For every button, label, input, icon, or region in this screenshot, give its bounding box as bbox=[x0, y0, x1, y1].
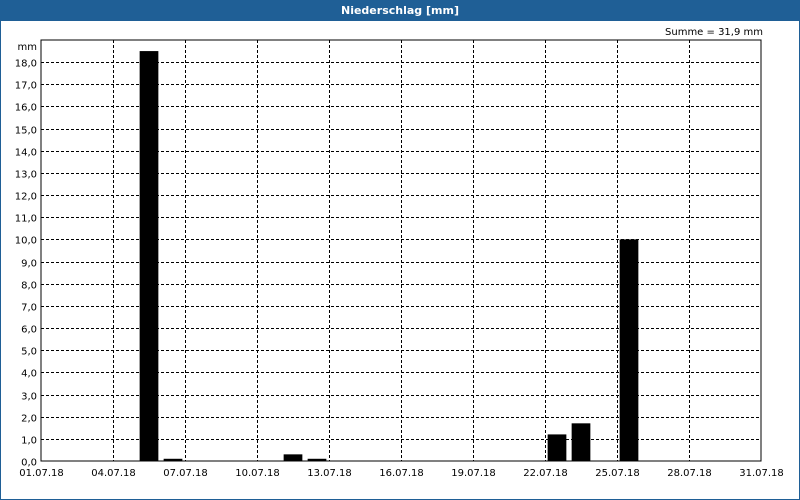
y-tick-label: 15,0 bbox=[15, 126, 37, 137]
y-tick-label: 10,0 bbox=[15, 236, 37, 247]
x-tick-label: 19.07.18 bbox=[451, 468, 496, 479]
y-tick-label: 17,0 bbox=[15, 81, 37, 92]
x-tick-label: 07.07.18 bbox=[163, 468, 208, 479]
precipitation-chart: 0,0 1,0 2,0 3,0 4,0 5,0 6,0 7,0 8,0 9,0 10,0 11,0 12… bbox=[15, 39, 784, 479]
y-tick-label: 5,0 bbox=[21, 347, 37, 358]
x-tick-label: 04.07.18 bbox=[91, 468, 136, 479]
y-tick-label: 16,0 bbox=[15, 103, 37, 114]
y-tick-label: 9,0 bbox=[21, 259, 37, 270]
y-tick-label: 2,0 bbox=[21, 414, 37, 425]
y-tick-label: 3,0 bbox=[21, 392, 37, 403]
bar bbox=[571, 423, 591, 461]
x-tick-label: 22.07.18 bbox=[523, 468, 568, 479]
x-tick-label: 16.07.18 bbox=[379, 468, 424, 479]
x-tick-label: 10.07.18 bbox=[235, 468, 280, 479]
y-tick-label: 6,0 bbox=[21, 325, 37, 336]
x-tick-label: 28.07.18 bbox=[667, 468, 712, 479]
y-tick-label: 11,0 bbox=[15, 214, 37, 225]
y-tick-label: 1,0 bbox=[21, 436, 37, 447]
y-tick-label: 14,0 bbox=[15, 148, 37, 159]
x-tick-label: 25.07.18 bbox=[595, 468, 640, 479]
y-tick-label: 18,0 bbox=[15, 59, 37, 70]
bar bbox=[139, 51, 159, 461]
y-tick-label: 13,0 bbox=[15, 170, 37, 181]
y-tick-label: 0,0 bbox=[21, 458, 37, 469]
bar bbox=[163, 458, 183, 461]
bar bbox=[307, 458, 327, 461]
x-tick-label: 31.07.18 bbox=[739, 468, 784, 479]
y-tick-label: 4,0 bbox=[21, 369, 37, 380]
y-axis-label: mm bbox=[18, 42, 37, 53]
bar bbox=[283, 454, 303, 461]
bar bbox=[619, 239, 639, 461]
y-tick-label: 12,0 bbox=[15, 192, 37, 203]
bar bbox=[547, 434, 567, 461]
y-tick-label: 8,0 bbox=[21, 281, 37, 292]
x-tick-label: 01.07.18 bbox=[19, 468, 64, 479]
x-tick-label: 13.07.18 bbox=[307, 468, 352, 479]
y-tick-label: 7,0 bbox=[21, 303, 37, 314]
